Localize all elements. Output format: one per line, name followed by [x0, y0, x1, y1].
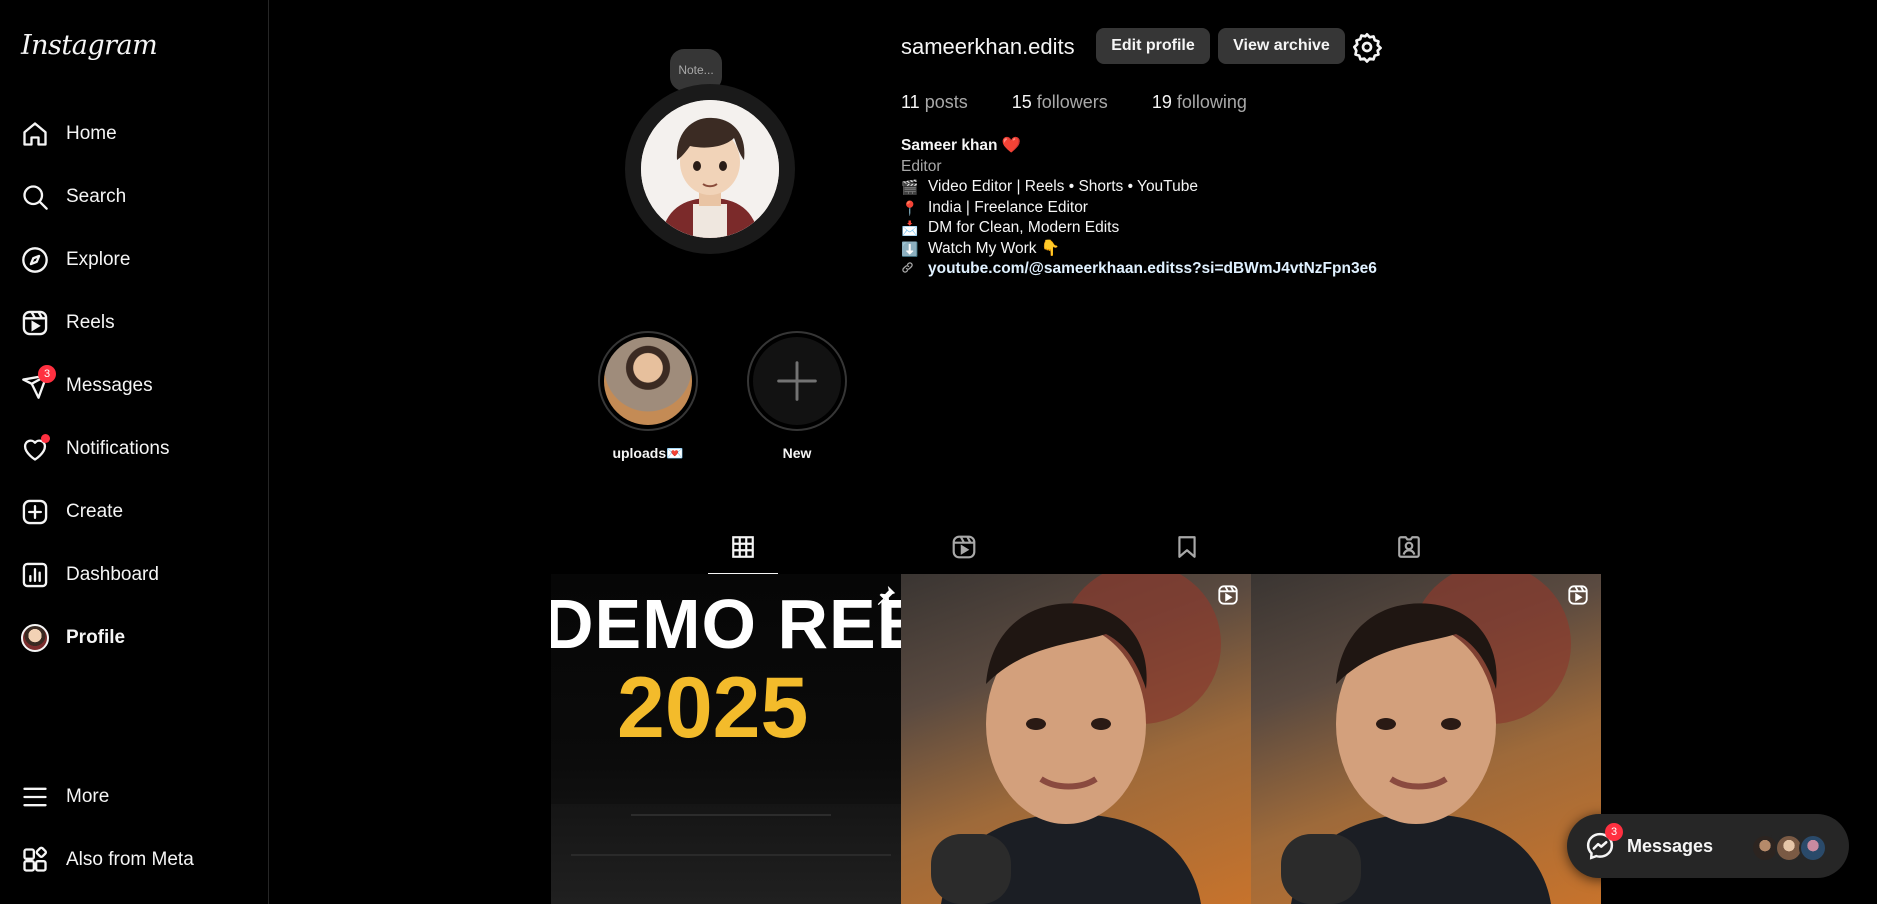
sidebar-item-label: Reels: [66, 312, 115, 333]
edit-profile-button[interactable]: Edit profile: [1096, 28, 1210, 64]
reel-badge-icon: [1218, 585, 1238, 605]
sidebar-item-dashboard[interactable]: Dashboard: [12, 551, 257, 599]
sidebar-item-create[interactable]: Create: [12, 488, 257, 536]
menu-icon: [20, 782, 50, 812]
bookmark-icon: [1178, 536, 1196, 558]
reels-icon: [20, 308, 50, 338]
link-icon: [901, 259, 919, 280]
sidebar-item-label: Create: [66, 501, 124, 522]
sidebar-item-label: Profile: [66, 627, 126, 648]
messages-floating-button[interactable]: 3 Messages: [1567, 814, 1849, 878]
tab-reels[interactable]: [929, 534, 999, 573]
editor-ui-background: [551, 804, 901, 904]
highlight-label: uploads💌: [612, 445, 684, 461]
bio-name: Sameer khan ❤️: [901, 137, 1022, 154]
profile-tabs: [551, 534, 1602, 575]
sidebar-item-more[interactable]: More: [12, 773, 257, 821]
view-archive-button[interactable]: View archive: [1218, 28, 1345, 64]
sidebar-item-label: Also from Meta: [66, 849, 194, 870]
tagged-icon: [1398, 536, 1420, 558]
messages-badge: 3: [38, 365, 56, 383]
post-tile[interactable]: [1251, 574, 1601, 904]
highlight-thumbnail: [604, 337, 692, 425]
highlight-new[interactable]: New: [746, 331, 848, 461]
pin-icon: [877, 585, 896, 606]
search-icon: [20, 182, 50, 212]
bio-line: 📩 DM for Clean, Modern Edits: [901, 219, 1120, 236]
sidebar-item-label: Notifications: [66, 438, 170, 459]
bio-line: 📍 India | Freelance Editor: [901, 198, 1088, 216]
sidebar-item-label: Explore: [66, 249, 131, 270]
highlight-ring: [747, 331, 847, 431]
reel-badge-icon: [1568, 585, 1588, 605]
bio-line: 🎬 Video Editor | Reels • Shorts • YouTube: [901, 178, 1198, 195]
posts-count[interactable]: 11 posts: [901, 92, 968, 113]
plus-icon: [753, 337, 841, 425]
highlight-uploads[interactable]: uploads💌: [597, 331, 699, 462]
messenger-icon: 3: [1585, 823, 1623, 861]
sidebar-item-messages[interactable]: 3 Messages: [12, 362, 257, 410]
sidebar-item-label: Search: [66, 186, 127, 207]
bio-line: ⬇️ Watch My Work 👇: [901, 239, 1061, 257]
messages-pill-label: Messages: [1627, 835, 1714, 856]
sidebar-item-home[interactable]: Home: [12, 110, 257, 158]
instagram-logo[interactable]: Instagram: [21, 30, 158, 61]
following-count[interactable]: 19 following: [1152, 92, 1247, 113]
editor-toolbar-line: [631, 814, 831, 828]
sidebar-item-profile[interactable]: Profile: [12, 614, 257, 662]
sidebar-item-label: Dashboard: [66, 564, 159, 585]
sidebar-item-explore[interactable]: Explore: [12, 236, 257, 284]
sidebar-item-notifications[interactable]: Notifications: [12, 425, 257, 473]
messages-icon: 3: [20, 365, 56, 401]
messages-pill-badge: 3: [1605, 823, 1623, 841]
reels-icon: [952, 535, 976, 559]
posts-grid: DEMO REEL 2025: [551, 574, 1602, 904]
heart-icon: [20, 434, 50, 464]
profile-username: sameerkhan.edits: [901, 34, 1075, 59]
tab-saved[interactable]: [1152, 534, 1222, 573]
meta-apps-icon: [20, 845, 50, 875]
post-tile[interactable]: DEMO REEL 2025: [551, 574, 901, 904]
highlight-ring: [598, 331, 698, 431]
settings-gear-icon[interactable]: [1351, 31, 1383, 63]
sidebar-item-label: Home: [66, 123, 117, 144]
explore-icon: [20, 245, 50, 275]
profile-avatar-illustration: [641, 100, 779, 238]
post-thumbnail-face: [1281, 574, 1571, 904]
sidebar-item-also-from-meta[interactable]: Also from Meta: [12, 836, 257, 884]
post-thumbnail-face: [931, 574, 1221, 904]
profile-picture[interactable]: [625, 84, 795, 254]
tab-posts[interactable]: [708, 534, 778, 575]
sidebar-item-search[interactable]: Search: [12, 173, 257, 221]
sidebar-item-label: More: [66, 786, 110, 807]
profile-stats: 11 posts 15 followers 19 following: [901, 92, 1247, 113]
avatar: [1799, 834, 1827, 862]
bio-link[interactable]: youtube.com/@sameerkhaan.editss?si=dBWmJ…: [901, 259, 1377, 280]
bio-category: Editor: [901, 157, 942, 175]
post-tile[interactable]: [901, 574, 1251, 904]
post-year-text: 2025: [617, 660, 809, 756]
tab-tagged[interactable]: [1374, 534, 1444, 573]
editor-track-line: [571, 854, 891, 874]
profile-bio: Sameer khan ❤️ Editor 🎬 Video Editor | Re…: [901, 136, 1377, 280]
create-icon: [20, 497, 50, 527]
highlight-label: New: [782, 445, 812, 461]
sidebar-item-label: Messages: [66, 375, 153, 396]
dashboard-icon: [20, 560, 50, 590]
followers-count[interactable]: 15 followers: [1012, 92, 1108, 113]
post-title-text: DEMO REEL: [551, 585, 901, 663]
notification-dot: [41, 434, 50, 443]
sidebar: Instagram Home Search Explore Reels 3 Me…: [0, 0, 269, 904]
home-icon: [20, 119, 50, 149]
sidebar-item-reels[interactable]: Reels: [12, 299, 257, 347]
grid-icon: [732, 536, 754, 558]
profile-avatar: [20, 623, 50, 653]
